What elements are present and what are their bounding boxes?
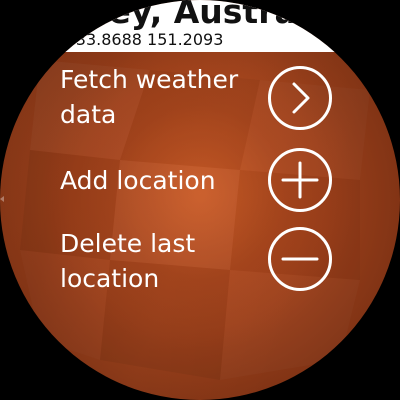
- add-location-label: Add location: [60, 166, 216, 195]
- chevron-right-icon[interactable]: [268, 66, 332, 130]
- delete-location-item[interactable]: Delete last location: [60, 226, 350, 296]
- edge-indicator: [0, 196, 4, 202]
- location-title: Sydney, Australia: [16, 0, 342, 31]
- add-location-item[interactable]: Add location: [60, 148, 350, 212]
- delete-location-label: Delete last location: [60, 229, 196, 293]
- minus-icon[interactable]: [268, 227, 332, 291]
- watch-screen: Sydney, Australia -33.8688 151.2093 Fetc…: [0, 0, 400, 400]
- fetch-weather-label: Fetch weather data: [60, 65, 239, 129]
- location-header: Sydney, Australia -33.8688 151.2093: [0, 0, 400, 52]
- location-coordinates: -33.8688 151.2093: [70, 30, 224, 49]
- fetch-weather-item[interactable]: Fetch weather data: [60, 62, 350, 130]
- plus-icon[interactable]: [268, 148, 332, 212]
